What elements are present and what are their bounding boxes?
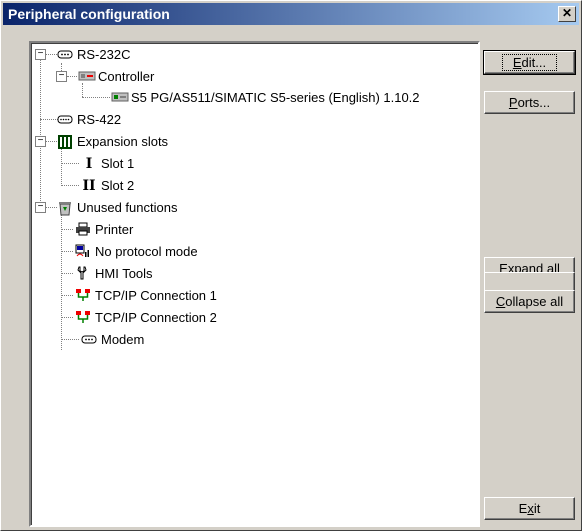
tree-item-label: TCP/IP Connection 2	[95, 309, 217, 325]
tree-item-slot-1[interactable]: I Slot 1	[81, 153, 135, 173]
tree-item-label: RS-422	[77, 111, 122, 127]
edit-button[interactable]: Edit...	[483, 50, 576, 75]
tree-item-label: Slot 2	[101, 177, 135, 193]
tree-item-label: Slot 1	[101, 155, 135, 171]
tree-item-unused-functions[interactable]: Unused functions	[57, 197, 177, 217]
no-protocol-icon	[75, 244, 91, 258]
window-title: Peripheral configuration	[8, 6, 170, 22]
tree-item-controller[interactable]: Controller	[78, 66, 154, 86]
tree-item-tcpip-connection-2[interactable]: TCP/IP Connection 2	[75, 307, 217, 327]
exit-button[interactable]: Exit	[484, 497, 575, 520]
network-icon	[75, 310, 91, 324]
recycle-bin-icon	[57, 200, 73, 216]
tree-item-label: Modem	[101, 331, 145, 347]
wrench-icon	[75, 266, 91, 280]
tree-item-label: Expansion slots	[77, 133, 169, 149]
close-icon: ✕	[561, 6, 573, 20]
tree-item-modem[interactable]: Modem	[81, 329, 144, 349]
tree-item-label: Printer	[95, 221, 134, 237]
tree-item-label: Controller	[98, 68, 155, 84]
tree-item-label: Unused functions	[77, 199, 178, 215]
expand-toggle-controller[interactable]: −	[56, 71, 67, 82]
tree-item-label: HMI Tools	[95, 265, 153, 281]
collapse-all-button[interactable]: Collapse all	[484, 290, 575, 313]
serial-port-icon	[57, 47, 73, 61]
expand-toggle-expansion-slots[interactable]: −	[35, 136, 46, 147]
tree-item-expansion-slots[interactable]: Expansion slots	[57, 131, 168, 151]
tree-item-s5-device[interactable]: S5 PG/AS511/SIMATIC S5-series (English) …	[111, 87, 420, 107]
slot-1-icon: I	[85, 156, 93, 172]
tree-item-no-protocol-mode[interactable]: No protocol mode	[75, 241, 198, 261]
expand-toggle-unused-functions[interactable]: −	[35, 202, 46, 213]
tree-item-hmi-tools[interactable]: HMI Tools	[75, 263, 153, 283]
peripheral-configuration-dialog: Peripheral configuration ✕ − RS-232C − C…	[0, 0, 582, 531]
expansion-slots-icon	[57, 134, 73, 149]
tree-item-slot-2[interactable]: II Slot 2	[81, 175, 134, 195]
peripheral-tree[interactable]: − RS-232C − Controller S5 PG/AS511/SIMAT…	[29, 41, 480, 527]
tree-item-tcpip-connection-1[interactable]: TCP/IP Connection 1	[75, 285, 217, 305]
tree-item-printer[interactable]: Printer	[75, 219, 133, 239]
tree-item-label: S5 PG/AS511/SIMATIC S5-series (English) …	[131, 89, 420, 105]
modem-icon	[81, 332, 97, 346]
controller-icon	[78, 69, 96, 83]
slot-2-icon: II	[82, 178, 96, 194]
tree-item-label: No protocol mode	[95, 243, 198, 259]
close-button[interactable]: ✕	[558, 6, 576, 22]
tree-item-label: RS-232C	[77, 46, 131, 62]
serial-port-icon	[57, 112, 73, 126]
network-icon	[75, 288, 91, 302]
tree-item-rs422[interactable]: RS-422	[57, 109, 121, 129]
expand-toggle-rs232c[interactable]: −	[35, 49, 46, 60]
ports-button[interactable]: Ports...	[484, 91, 575, 114]
plc-device-icon	[111, 90, 129, 104]
title-bar: Peripheral configuration ✕	[3, 3, 579, 25]
tree-item-label: TCP/IP Connection 1	[95, 287, 217, 303]
tree-item-rs232c[interactable]: RS-232C	[57, 44, 130, 64]
printer-icon	[75, 222, 91, 236]
